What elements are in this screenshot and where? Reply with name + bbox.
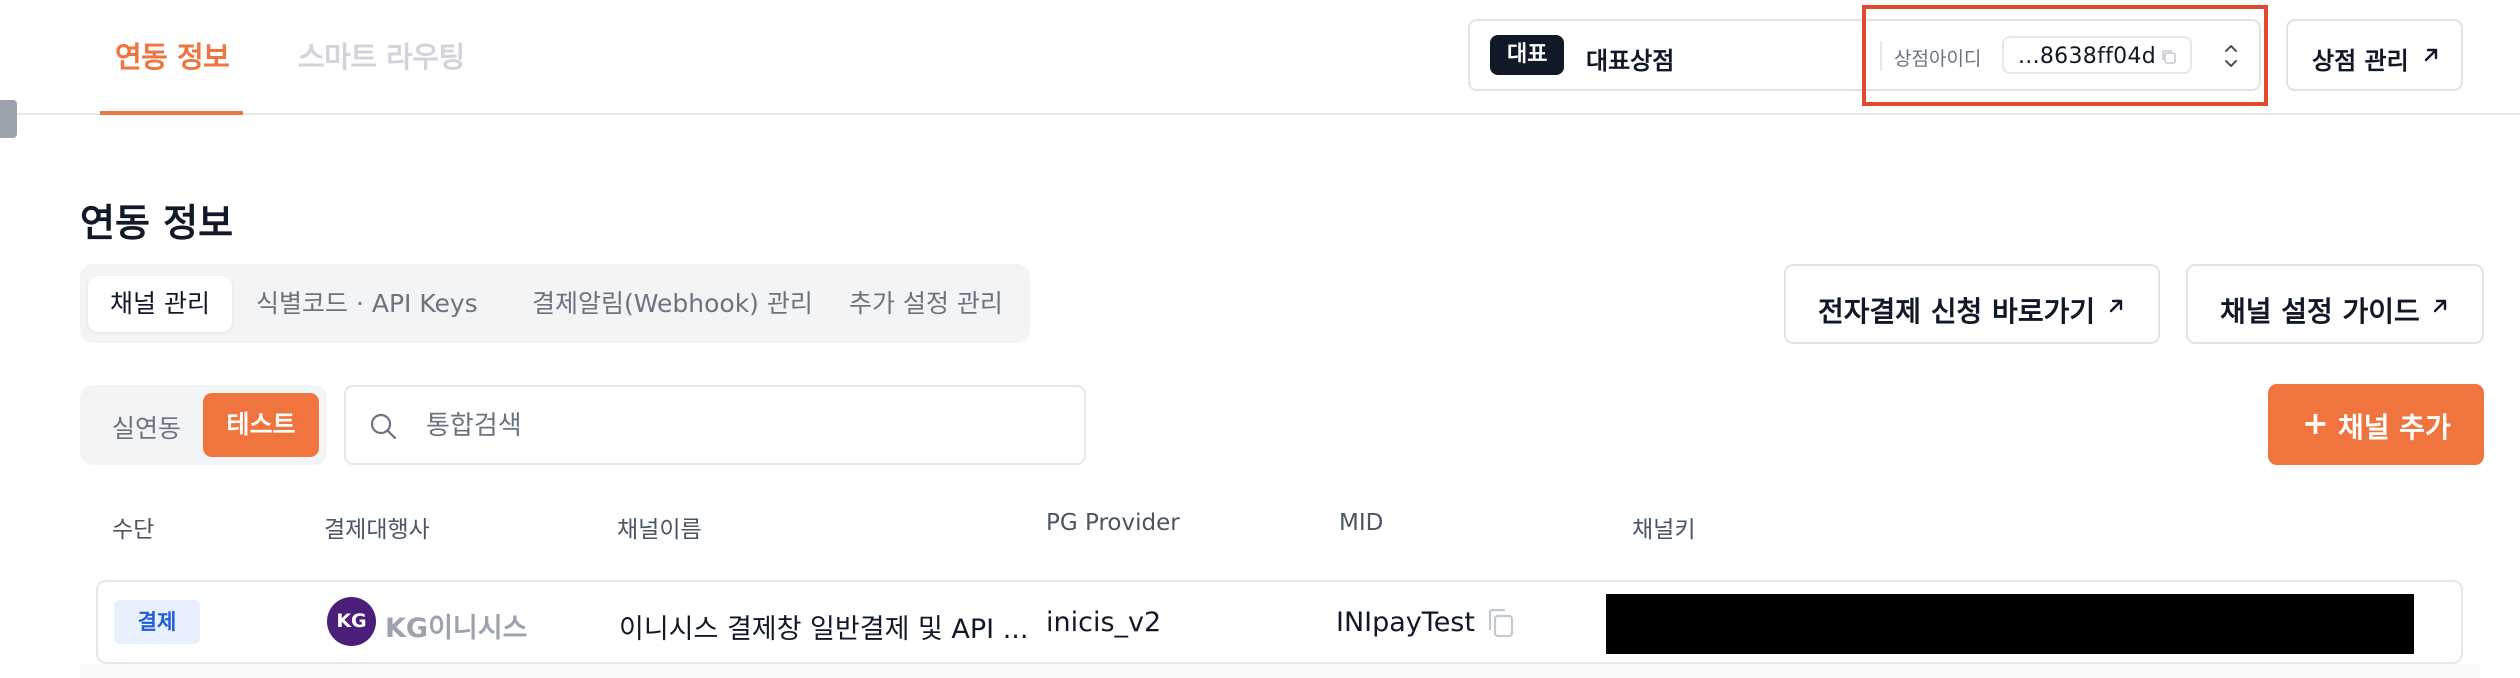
channel-guide-label: 채널 설정 가이드 — [2220, 295, 2420, 328]
search-input[interactable] — [426, 403, 1066, 449]
tab-smart-routing[interactable]: 스마트 라우팅 — [298, 34, 465, 76]
channel-name: 이니시스 결제창 일반결제 및 API ... — [619, 614, 1029, 645]
subtab-api-keys[interactable]: 식별코드 · API Keys — [256, 276, 478, 332]
side-panel-handle[interactable] — [0, 100, 17, 138]
add-channel-label: 채널 추가 — [2338, 411, 2451, 444]
store-manage-label: 상점 관리 — [2312, 47, 2409, 75]
subtab-webhook[interactable]: 결제알림(Webhook) 관리 — [532, 276, 813, 332]
mid-value: INIpayTest — [1336, 607, 1475, 638]
arrow-up-right-icon — [2424, 48, 2438, 62]
add-channel-button[interactable]: + 채널 추가 — [2268, 384, 2484, 465]
column-header-channel-key: 채널키 — [1632, 517, 1696, 543]
tab-integration-info[interactable]: 연동 정보 — [115, 34, 230, 76]
subtab-additional-settings[interactable]: 추가 설정 관리 — [849, 276, 1003, 332]
subtab-channel-management[interactable]: 채널 관리 — [88, 276, 232, 332]
highlight-box — [1862, 5, 2268, 106]
arrow-up-right-icon — [2433, 299, 2447, 313]
column-header-pg-provider: PG Provider — [1046, 510, 1180, 536]
plus-icon: + — [2302, 404, 2329, 442]
method-badge: 결제 — [114, 600, 200, 644]
channel-key-redacted — [1606, 594, 2414, 654]
column-header-pg: 결제대행사 — [324, 517, 430, 543]
payment-apply-button[interactable]: 전자결제 신청 바로가기 — [1784, 264, 2160, 344]
arrow-up-right-icon — [2109, 299, 2123, 313]
table-row[interactable]: 결제 KG KG이니시스 이니시스 결제창 일반결제 및 API ... ini… — [96, 580, 2463, 664]
kg-inicis-logo: KG — [327, 597, 376, 646]
mode-real-option[interactable]: 실연동 — [112, 409, 181, 445]
table-next-row-edge — [80, 664, 2480, 678]
search-field[interactable] — [344, 385, 1086, 465]
payment-apply-label: 전자결제 신청 바로가기 — [1818, 295, 2096, 328]
store-name: 대표상점 — [1586, 47, 1675, 75]
store-manage-button[interactable]: 상점 관리 — [2286, 19, 2463, 91]
subtab-bar: 채널 관리 식별코드 · API Keys 결제알림(Webhook) 관리 추… — [80, 264, 1030, 343]
channel-guide-button[interactable]: 채널 설정 가이드 — [2186, 264, 2484, 344]
mode-toggle: 실연동 테스트 — [80, 385, 327, 465]
active-tab-indicator — [100, 111, 243, 115]
top-nav: 연동 정보 스마트 라우팅 대표 대표상점 상점아이디 ...8638ff04d… — [0, 0, 2520, 115]
mode-test-option[interactable]: 테스트 — [203, 393, 319, 457]
copy-icon[interactable] — [1486, 606, 1516, 640]
page-title: 연동 정보 — [80, 201, 234, 245]
column-header-channel-name: 채널이름 — [617, 517, 702, 543]
search-icon — [370, 413, 397, 440]
column-header-mid: MID — [1339, 510, 1384, 536]
pg-name: KG이니시스 — [385, 613, 528, 644]
column-header-method: 수단 — [112, 517, 155, 543]
representative-badge: 대표 — [1490, 35, 1565, 75]
pg-provider: inicis_v2 — [1046, 607, 1162, 638]
